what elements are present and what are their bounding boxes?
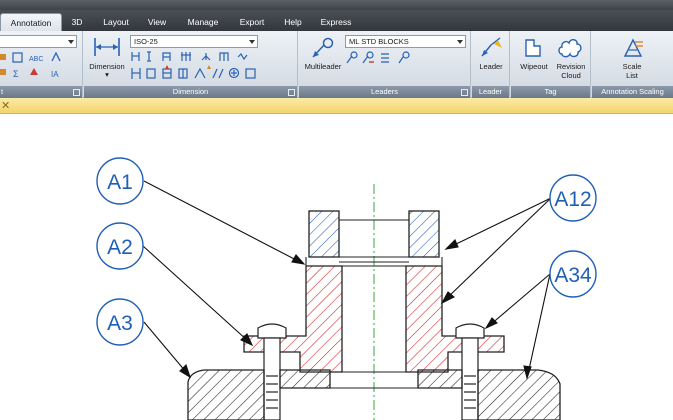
balloon-a1-label: A1	[107, 171, 133, 194]
tab-3d[interactable]: 3D	[64, 13, 90, 31]
balloon-a3[interactable]: A3	[96, 298, 144, 346]
ribbon: ABC Σ IA t Dimension ▾ ISO-25 Dimension …	[0, 31, 673, 98]
leaders-panel-title: Leaders	[299, 86, 470, 98]
dimension-panel-title: Dimension	[84, 86, 297, 98]
dimension-style-value: ISO-25	[134, 37, 158, 46]
tab-express[interactable]: Express	[314, 13, 358, 31]
scale-list-label-line2[interactable]: List	[610, 71, 654, 80]
balloon-a2-label: A2	[107, 236, 133, 259]
leaders-panel-launcher-icon[interactable]	[461, 89, 468, 96]
leader-button-label[interactable]: Leader	[472, 62, 510, 71]
revision-cloud-icon[interactable]	[557, 36, 583, 60]
multileader-style-value: ML STD BLOCKS	[349, 37, 409, 46]
close-icon[interactable]: ✕	[1, 98, 10, 114]
tab-view[interactable]: View	[140, 13, 174, 31]
text-panel-title: t	[0, 86, 82, 98]
balloon-a12[interactable]: A12	[549, 174, 597, 222]
wipeout-icon[interactable]	[523, 38, 543, 58]
drawing-canvas[interactable]: A1 A2 A3 A12 A34	[0, 114, 673, 420]
leader-panel-title: Leader	[472, 86, 509, 98]
dimension-tools-icons[interactable]	[130, 51, 294, 83]
tab-layout[interactable]: Layout	[96, 13, 136, 31]
balloon-a3-label: A3	[107, 312, 133, 335]
svg-text:ABC: ABC	[29, 56, 43, 63]
dimension-dropdown-chevron-icon[interactable]: ▾	[103, 70, 111, 79]
scale-list-label-line1[interactable]: Scale	[610, 62, 654, 71]
tag-panel-title: Tag	[511, 86, 590, 98]
svg-text:IA: IA	[51, 70, 59, 79]
multileader-icon[interactable]	[311, 37, 335, 59]
technical-drawing: A1 A2 A3 A12 A34	[96, 157, 597, 420]
leader-icon[interactable]	[480, 36, 504, 60]
annotation-scaling-panel: Scale List Annotation Scaling	[592, 31, 673, 98]
multileader-button-label[interactable]: Multileader	[299, 62, 347, 71]
dimension-panel: Dimension ▾ ISO-25 Dimension	[84, 31, 298, 98]
leaders-panel: Multileader ML STD BLOCKS Leaders	[299, 31, 471, 98]
text-panel: ABC Σ IA t	[0, 31, 83, 98]
linear-dimension-icon[interactable]	[93, 36, 121, 58]
tab-export[interactable]: Export	[232, 13, 272, 31]
tab-annotation[interactable]: Annotation	[0, 13, 62, 31]
revision-cloud-label-line2[interactable]: Cloud	[551, 71, 591, 80]
leader-tools-icons[interactable]	[345, 51, 425, 65]
ribbon-tab-bar: Annotation 3D Layout View Manage Export …	[0, 10, 673, 31]
balloon-a2[interactable]: A2	[96, 222, 144, 270]
dimension-style-combo[interactable]: ISO-25	[130, 35, 258, 48]
balloon-a34[interactable]: A34	[549, 250, 597, 298]
dimension-panel-launcher-icon[interactable]	[288, 89, 295, 96]
scale-list-icon[interactable]	[621, 36, 645, 60]
message-bar: ✕	[0, 98, 673, 114]
text-tools-icons[interactable]: ABC Σ IA	[0, 52, 78, 82]
title-strip	[0, 0, 673, 10]
balloon-a1[interactable]: A1	[96, 157, 144, 205]
tab-manage[interactable]: Manage	[180, 13, 226, 31]
text-style-combo[interactable]	[0, 35, 77, 48]
top-cap-section	[308, 210, 440, 263]
leader-panel: Leader Leader	[472, 31, 510, 98]
annotation-scaling-panel-title: Annotation Scaling	[592, 86, 673, 98]
tab-help[interactable]: Help	[278, 13, 308, 31]
text-panel-launcher-icon[interactable]	[73, 89, 80, 96]
svg-text:Σ: Σ	[13, 69, 19, 79]
multileader-style-combo[interactable]: ML STD BLOCKS	[345, 35, 466, 48]
tag-panel: Wipeout Revision Cloud Tag	[511, 31, 591, 98]
balloon-a34-label: A34	[554, 264, 592, 287]
balloon-a12-label: A12	[554, 188, 591, 211]
wipeout-button-label[interactable]: Wipeout	[513, 62, 555, 71]
revision-cloud-label-line1[interactable]: Revision	[551, 62, 591, 71]
